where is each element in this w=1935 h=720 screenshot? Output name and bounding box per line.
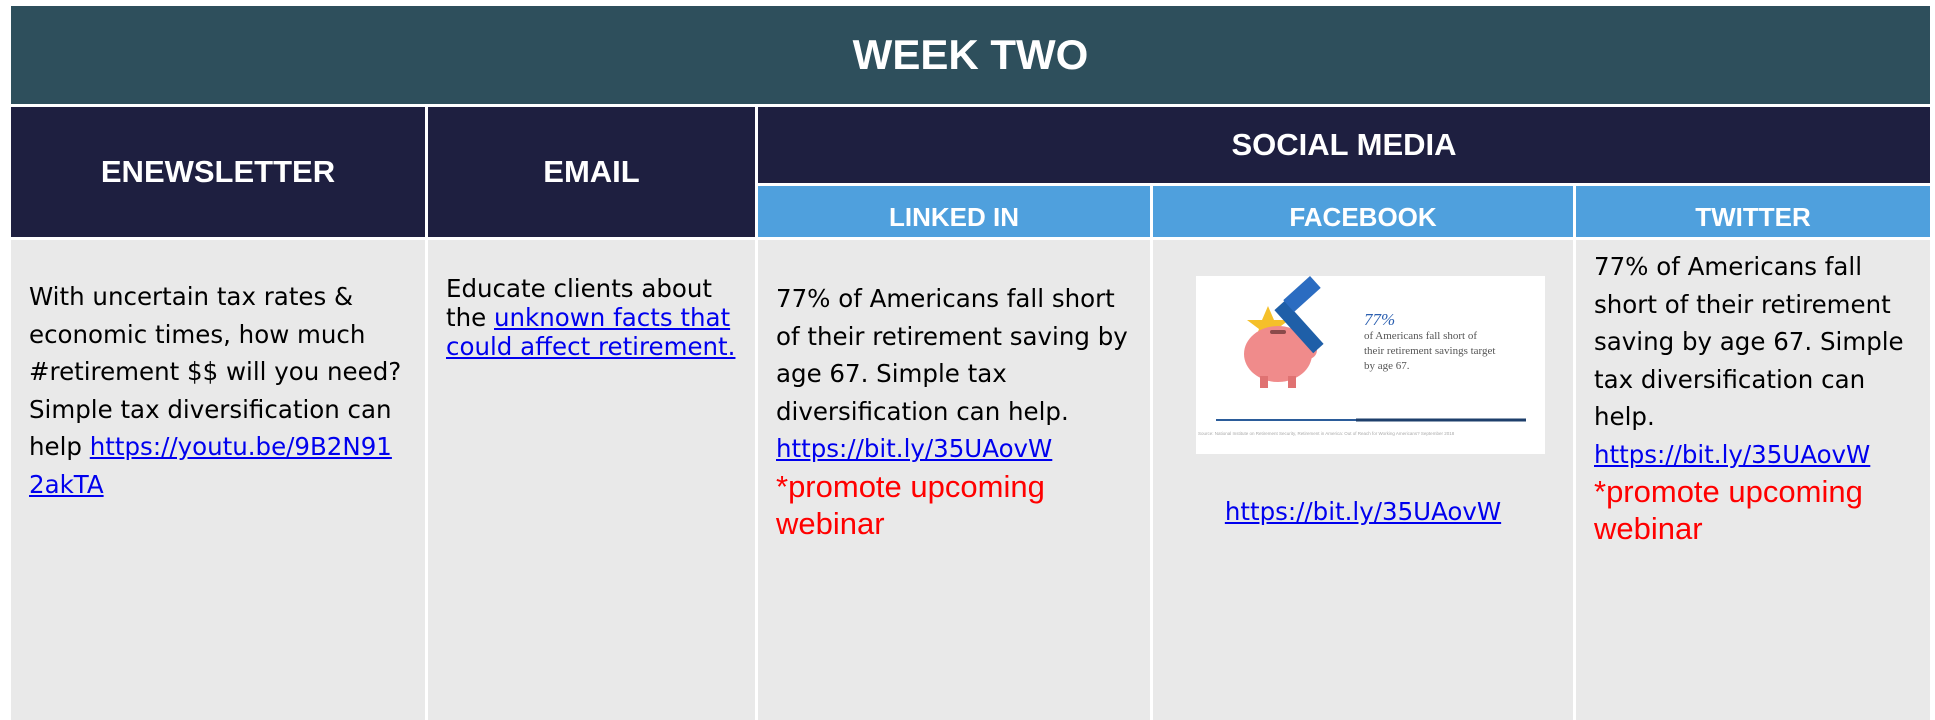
header-social-media: SOCIAL MEDIA [758,107,1930,183]
header-enewsletter: ENEWSLETTER [11,107,425,237]
header-linkedin: LINKED IN [758,186,1150,237]
header-twitter: TWITTER [1576,186,1930,237]
facebook-link[interactable]: https://bit.ly/35UAovW [1225,497,1501,526]
page-title: WEEK TWO [11,6,1930,104]
linkedin-note: *promote upcoming webinar [776,468,1045,541]
facebook-image: 77% of Americans fall short of their ret… [1196,276,1545,454]
twitter-note: *promote upcoming webinar [1594,474,1863,546]
cell-enewsletter: With uncertain tax rates & economic time… [11,240,425,720]
twitter-text: 77% of Americans fall short of their ret… [1594,252,1904,431]
facebook-image-caption: of Americans fall short of their retirem… [1364,330,1496,372]
linkedin-link[interactable]: https://bit.ly/35UAovW [776,434,1052,463]
cell-linkedin: 77% of Americans fall short of their ret… [758,240,1150,720]
header-email: EMAIL [428,107,755,237]
linkedin-text: 77% of Americans fall short of their ret… [776,284,1128,426]
facebook-image-stat: 77% [1364,310,1396,329]
header-facebook: FACEBOOK [1153,186,1573,237]
enewsletter-link[interactable]: https://youtu.be/9B2N912akTA [29,432,392,499]
facebook-image-source: Source: National Institute on Retirement… [1198,431,1455,436]
twitter-link[interactable]: https://bit.ly/35UAovW [1594,440,1870,469]
cell-email: Educate clients about the unknown facts … [428,240,755,720]
cell-twitter: 77% of Americans fall short of their ret… [1576,240,1930,720]
